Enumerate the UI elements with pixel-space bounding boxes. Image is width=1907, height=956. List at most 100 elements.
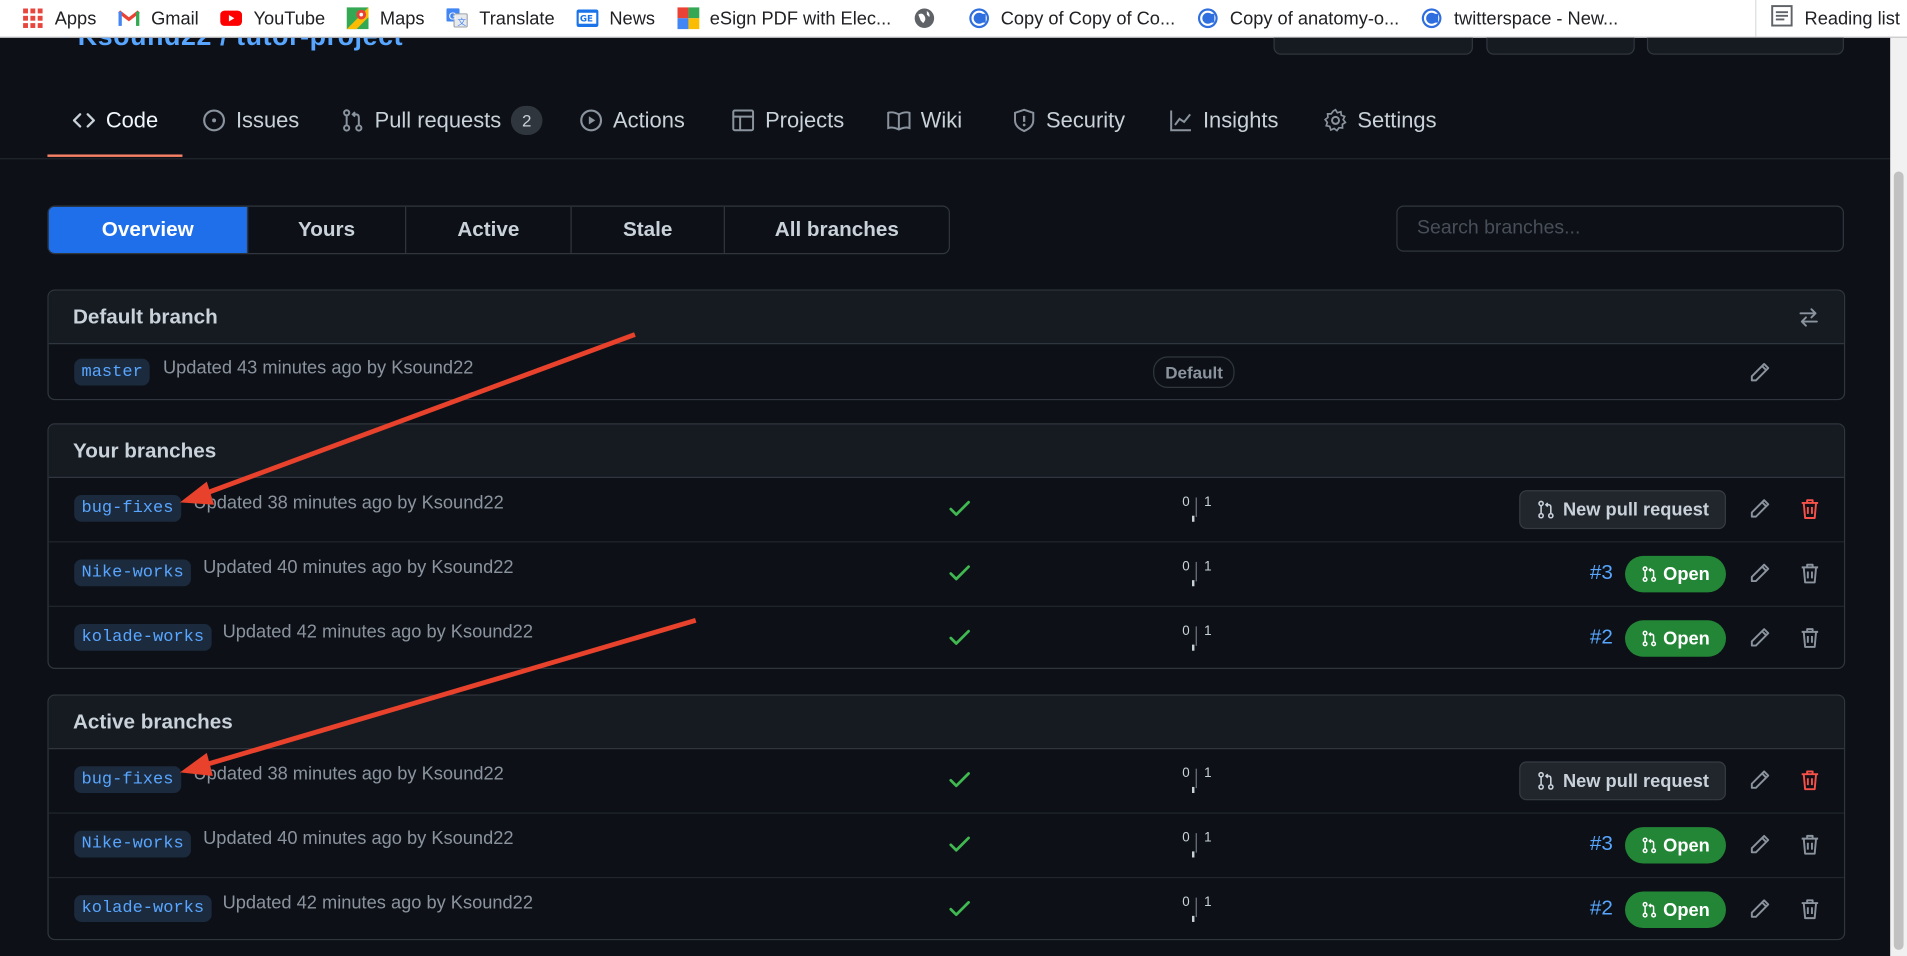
open-state-badge[interactable]: Open <box>1625 891 1726 929</box>
ahead-behind-indicator: 01 <box>1180 766 1216 794</box>
default-label: Default <box>1153 356 1236 388</box>
canva-icon <box>968 7 990 29</box>
translate-icon: G文 <box>446 7 468 29</box>
ahead-count: 1 <box>1204 495 1212 510</box>
esign-icon <box>676 7 699 30</box>
bookmark-globe[interactable] <box>913 0 946 36</box>
branch-name-link[interactable]: Nike-works <box>74 559 191 587</box>
bookmark-canva-2[interactable]: Copy of anatomy-o... <box>1197 0 1399 36</box>
bookmark-translate[interactable]: G文 Translate <box>446 0 555 36</box>
trash-icon[interactable] <box>1799 898 1821 920</box>
pull-request-number-link[interactable]: #2 <box>1590 896 1613 920</box>
pencil-icon[interactable] <box>1749 361 1771 383</box>
filter-stale[interactable]: Stale <box>572 206 725 253</box>
pull-request-number-link[interactable]: #3 <box>1590 561 1613 585</box>
pencil-icon[interactable] <box>1749 562 1771 584</box>
open-state-badge[interactable]: Open <box>1625 827 1726 864</box>
branch-row: bug-fixes Updated 38 minutes ago by Ksou… <box>48 478 1844 543</box>
trash-icon[interactable] <box>1799 562 1821 584</box>
updated-text: Updated 43 minutes ago by Ksound22 <box>162 357 474 379</box>
filter-all-branches[interactable]: All branches <box>725 207 949 253</box>
arrow-switch-icon[interactable] <box>1798 307 1820 329</box>
reading-list-label: Reading list <box>1804 7 1900 29</box>
filter-active[interactable]: Active <box>406 206 572 253</box>
bookmark-youtube[interactable]: YouTube <box>220 0 326 36</box>
ahead-behind-indicator: 01 <box>1180 495 1216 522</box>
behind-count: 0 <box>1182 766 1190 781</box>
search-branches-input[interactable] <box>1396 205 1844 252</box>
tab-insights[interactable]: Insights <box>1169 85 1278 156</box>
page-scrollbar[interactable] <box>1890 37 1907 956</box>
fork-button[interactable] <box>1646 37 1844 55</box>
bookmark-gmail[interactable]: Gmail <box>118 0 199 36</box>
branch-name-link[interactable]: kolade-works <box>74 895 212 922</box>
check-icon <box>949 500 970 516</box>
ahead-behind-indicator: 01 <box>1180 831 1216 858</box>
filter-yours[interactable]: Yours <box>248 206 407 253</box>
behind-count: 0 <box>1182 495 1190 510</box>
new-pull-request-button[interactable]: New pull request <box>1519 490 1726 530</box>
new-pull-request-button[interactable]: New pull request <box>1519 761 1726 801</box>
watch-button[interactable] <box>1273 37 1473 55</box>
code-icon <box>72 113 95 128</box>
tab-wiki[interactable]: Wiki <box>887 85 962 156</box>
updated-text: Updated 40 minutes ago by Ksound22 <box>203 557 514 578</box>
pencil-icon[interactable] <box>1749 769 1771 791</box>
behind-count: 0 <box>1182 559 1190 575</box>
pencil-icon[interactable] <box>1749 626 1771 648</box>
tab-label: Wiki <box>920 107 963 132</box>
your-branches-box: Your branches bug-fixes Updated 38 minut… <box>47 423 1846 669</box>
ahead-count: 1 <box>1204 830 1212 846</box>
pencil-icon[interactable] <box>1749 898 1771 920</box>
svg-text:G: G <box>449 11 457 22</box>
active-branches-header: Active branches <box>48 695 1844 750</box>
pencil-icon[interactable] <box>1749 497 1771 519</box>
bookmark-canva-1[interactable]: Copy of Copy of Co... <box>968 0 1175 36</box>
trash-icon[interactable] <box>1799 626 1821 648</box>
filter-overview[interactable]: Overview <box>48 206 249 253</box>
git-pull-request-icon <box>1538 771 1554 790</box>
tab-projects[interactable]: Projects <box>731 85 844 156</box>
trash-icon[interactable] <box>1799 833 1821 855</box>
bookmark-news[interactable]: GE News <box>576 0 655 36</box>
tab-security[interactable]: Security <box>1012 85 1125 156</box>
pull-request-number-link[interactable]: #2 <box>1590 625 1613 649</box>
tab-issues[interactable]: Issues <box>202 85 299 156</box>
branch-name-link[interactable]: kolade-works <box>74 623 212 651</box>
branch-name-link[interactable]: bug-fixes <box>74 495 181 522</box>
branch-name-link[interactable]: bug-fixes <box>74 766 181 794</box>
repo-name[interactable]: ~ Ksound22 / tutor-project <box>54 38 404 53</box>
scrollbar-thumb[interactable] <box>1893 171 1904 950</box>
pull-request-number-link[interactable]: #3 <box>1590 832 1613 856</box>
bookmark-esign[interactable]: eSign PDF with Elec... <box>676 0 892 36</box>
table-icon <box>732 109 755 132</box>
trash-icon[interactable] <box>1799 769 1821 791</box>
bookmark-label: eSign PDF with Elec... <box>709 7 892 29</box>
tab-pull-requests[interactable]: Pull requests 2 <box>341 85 543 156</box>
open-state-badge[interactable]: Open <box>1625 555 1726 593</box>
tab-settings[interactable]: Settings <box>1323 85 1437 156</box>
bookmark-label: YouTube <box>253 7 326 29</box>
updated-text: Updated 40 minutes ago by Ksound22 <box>203 828 514 849</box>
behind-count: 0 <box>1182 895 1190 910</box>
bookmarks-bar: Apps Gmail YouTube Maps G文 Translate GE … <box>0 0 1907 38</box>
trash-icon[interactable] <box>1799 497 1821 519</box>
open-state-badge[interactable]: Open <box>1625 620 1726 657</box>
tab-actions[interactable]: Actions <box>579 85 685 156</box>
tab-code[interactable]: Code <box>47 85 183 157</box>
bookmark-canva-3[interactable]: twitterspace - New... <box>1421 0 1618 36</box>
branch-name-link[interactable]: master <box>74 358 151 386</box>
reading-list-button[interactable]: Reading list <box>1754 0 1907 37</box>
repo-nav: Code Issues Pull requests 2 Actions Proj… <box>0 85 1907 160</box>
tab-label: Pull requests <box>374 107 502 132</box>
star-button[interactable] <box>1486 37 1635 55</box>
branch-row: kolade-works Updated 42 minutes ago by K… <box>49 878 1844 939</box>
bookmark-apps[interactable]: Apps <box>22 0 96 36</box>
branch-name-link[interactable]: Nike-works <box>74 830 191 858</box>
bookmark-maps[interactable]: Maps <box>347 0 425 36</box>
tab-label: Code <box>105 107 159 132</box>
updated-text: Updated 38 minutes ago by Ksound22 <box>193 763 504 785</box>
pencil-icon[interactable] <box>1749 833 1771 855</box>
behind-count: 0 <box>1182 830 1190 846</box>
badge-label: Open <box>1663 563 1710 585</box>
